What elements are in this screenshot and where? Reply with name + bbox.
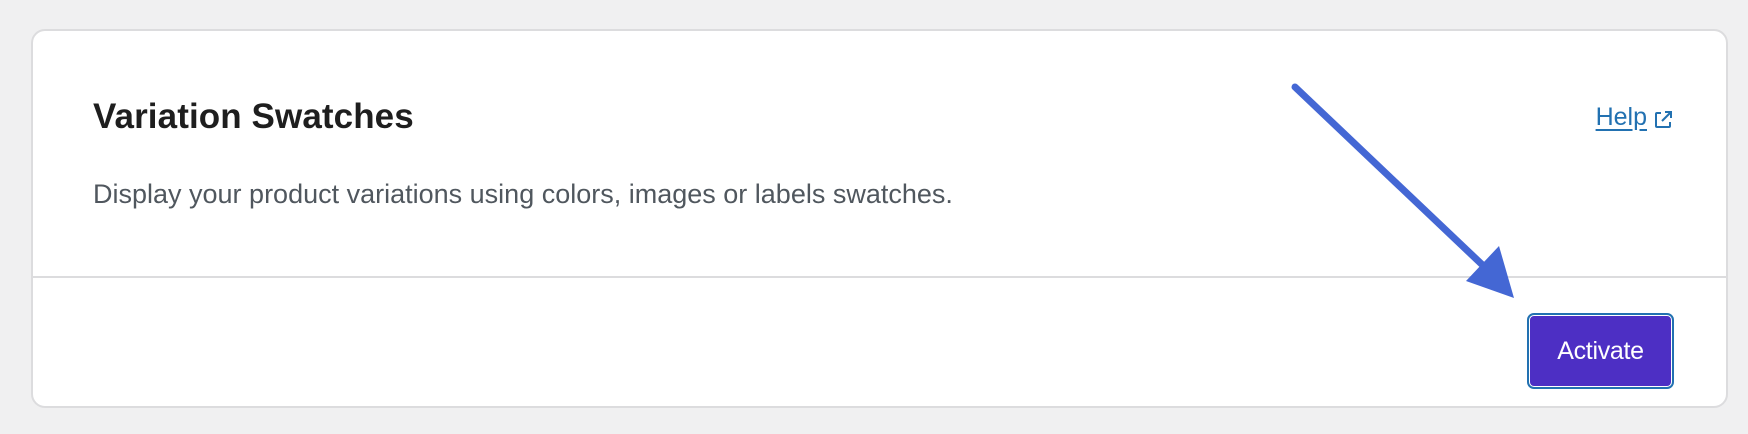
activate-button[interactable]: Activate — [1527, 313, 1674, 389]
module-description: Display your product variations using co… — [93, 179, 953, 209]
help-link-label: Help — [1595, 103, 1647, 131]
page: Variation Swatches Display your product … — [0, 0, 1748, 434]
external-link-icon — [1653, 108, 1673, 128]
card-body: Variation Swatches Display your product … — [33, 31, 1726, 276]
help-link[interactable]: Help — [1596, 103, 1673, 132]
card-footer: Activate — [33, 278, 1726, 406]
module-title: Variation Swatches — [93, 97, 414, 136]
module-card: Variation Swatches Display your product … — [31, 29, 1728, 408]
